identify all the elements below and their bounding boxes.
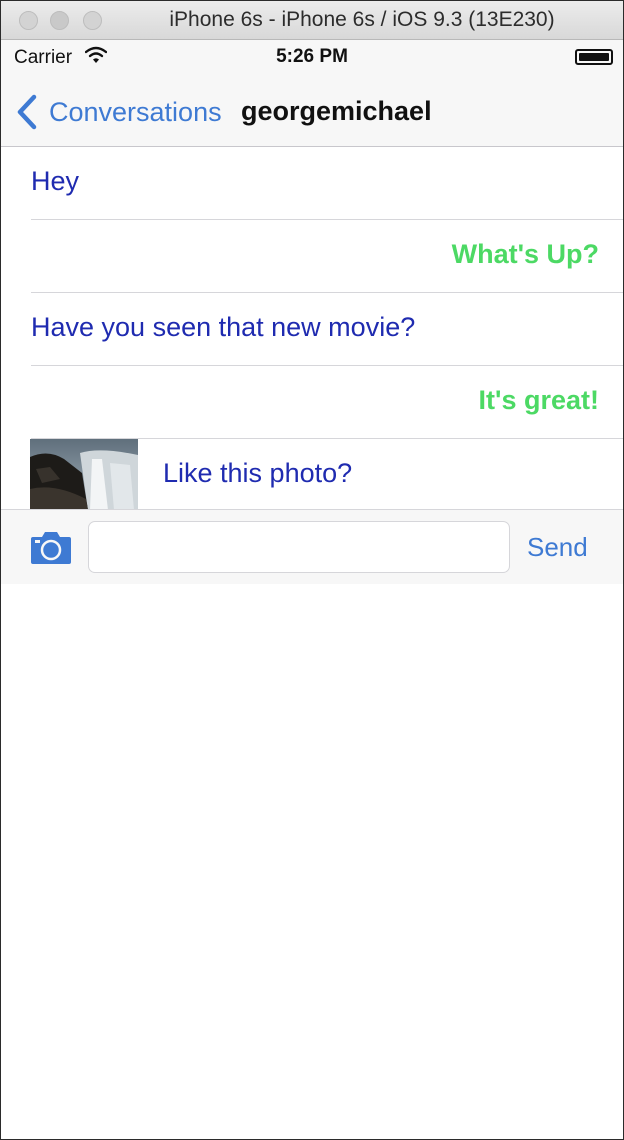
message-row[interactable]: Have you seen that new movie? [31, 293, 623, 366]
camera-button[interactable] [29, 530, 73, 566]
back-button[interactable]: Conversations [15, 94, 222, 130]
message-text: Like this photo? [163, 458, 353, 488]
battery-icon [575, 49, 613, 65]
window-close-button[interactable] [19, 11, 38, 30]
send-button[interactable]: Send [527, 532, 588, 563]
message-input-bar: Send [1, 509, 623, 584]
message-row[interactable]: What's Up? [31, 220, 623, 293]
message-text: Hey [31, 166, 80, 196]
message-list: Hey What's Up? Have you seen that new mo… [1, 147, 623, 511]
window-minimize-button[interactable] [50, 11, 69, 30]
message-text: Have you seen that new movie? [31, 312, 416, 342]
message-text: What's Up? [451, 239, 599, 269]
camera-icon [31, 532, 71, 564]
battery-level [579, 53, 609, 61]
navigation-bar: Conversations georgemichael [1, 76, 623, 147]
message-row[interactable]: It's great! [31, 366, 623, 439]
message-photo-thumbnail[interactable] [30, 439, 138, 510]
window-title-bar: iPhone 6s - iPhone 6s / iOS 9.3 (13E230) [1, 1, 623, 40]
conversation-title: georgemichael [241, 96, 432, 126]
message-text: It's great! [478, 385, 599, 415]
message-row-photo[interactable]: Like this photo? [1, 439, 623, 511]
message-text-field[interactable] [88, 521, 510, 573]
chevron-left-icon [17, 94, 37, 130]
message-row[interactable]: Hey [31, 147, 623, 220]
window-zoom-button[interactable] [83, 11, 102, 30]
simulator-window: iPhone 6s - iPhone 6s / iOS 9.3 (13E230)… [0, 0, 624, 1140]
status-time: 5:26 PM [276, 46, 348, 67]
status-bar: Carrier 5:26 PM [1, 40, 623, 76]
window-title: iPhone 6s - iPhone 6s / iOS 9.3 (13E230) [169, 8, 555, 31]
back-button-label: Conversations [49, 96, 222, 127]
